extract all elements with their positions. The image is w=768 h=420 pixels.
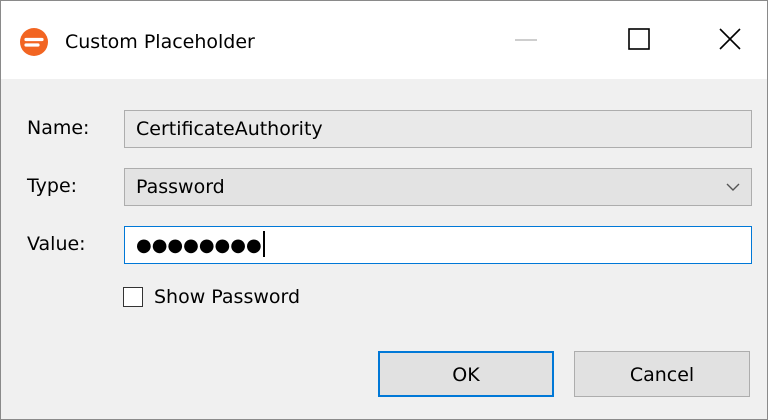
window-title: Custom Placeholder bbox=[65, 31, 255, 53]
app-logo-icon bbox=[20, 28, 48, 56]
minimize-icon bbox=[515, 39, 537, 41]
type-selected-value: Password bbox=[136, 176, 225, 198]
minimize-button[interactable] bbox=[491, 1, 563, 79]
type-select[interactable]: Password bbox=[124, 168, 752, 206]
name-label: Name: bbox=[27, 117, 90, 139]
text-caret bbox=[262, 230, 265, 257]
close-button[interactable] bbox=[695, 1, 767, 79]
maximize-button[interactable] bbox=[604, 1, 676, 79]
maximize-icon bbox=[628, 28, 650, 50]
title-bar[interactable]: Custom Placeholder bbox=[1, 1, 767, 79]
ok-button[interactable]: OK bbox=[378, 351, 554, 397]
name-field[interactable]: CertificateAuthority bbox=[124, 110, 752, 148]
show-password-label[interactable]: Show Password bbox=[154, 284, 300, 310]
chevron-down-icon bbox=[726, 183, 740, 191]
type-label: Type: bbox=[27, 175, 78, 197]
dialog-window: Custom Placeholder Name: CertificateAuth… bbox=[0, 0, 768, 420]
show-password-checkbox[interactable] bbox=[123, 287, 143, 307]
value-label: Value: bbox=[27, 233, 86, 255]
password-masked-value: ●●●●●●●● bbox=[136, 235, 262, 256]
name-value: CertificateAuthority bbox=[136, 118, 323, 140]
cancel-button[interactable]: Cancel bbox=[574, 351, 750, 397]
password-input[interactable]: ●●●●●●●● bbox=[124, 226, 752, 264]
close-icon bbox=[719, 28, 741, 50]
